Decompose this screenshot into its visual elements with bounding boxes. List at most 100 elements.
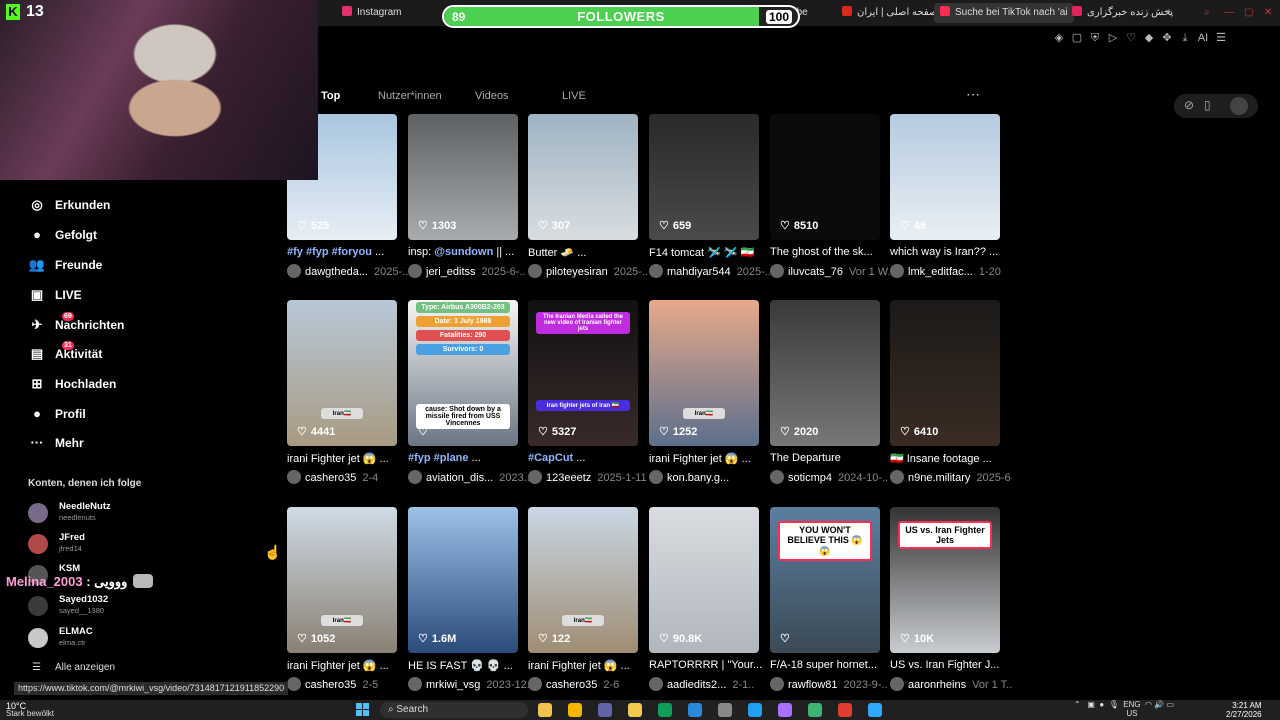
video-caption[interactable]: F14 tomcat 🛩️ 🛩️ 🇮🇷 (649, 246, 767, 259)
avatar[interactable] (287, 677, 301, 691)
square-icon[interactable]: ▢ (1068, 31, 1086, 44)
ai-icon[interactable]: AI (1194, 32, 1212, 44)
video-thumbnail[interactable]: ♡ 659 (649, 114, 759, 240)
taskbar-app-icon[interactable] (628, 703, 642, 717)
taskbar-app-icon[interactable] (808, 703, 822, 717)
video-thumbnail[interactable]: Iran🇮🇷 ♡ 4441 (287, 300, 397, 446)
download-icon[interactable]: ⤓ (1176, 32, 1194, 45)
tab-top[interactable]: Top (321, 90, 340, 102)
sidebar-item-live[interactable]: ▣ LIVE (28, 286, 82, 306)
maximize-icon[interactable]: ▢ (1238, 3, 1259, 23)
phone-icon[interactable]: ▯ (1204, 98, 1211, 112)
taskbar-search[interactable]: ⌕ Search (380, 702, 528, 718)
taskbar-app-icon[interactable] (688, 703, 702, 717)
video-caption[interactable]: F/A-18 super hornet... (770, 659, 888, 671)
avatar[interactable] (528, 264, 542, 278)
sidebar-item-nachrichten[interactable]: ✈ 69 Nachrichten (28, 312, 124, 336)
video-caption[interactable]: The Departure (770, 452, 888, 464)
wifi-icon[interactable]: ◠ (1145, 700, 1152, 709)
video-thumbnail[interactable]: Iran🇮🇷 ♡ 122 (528, 507, 638, 653)
video-author[interactable]: dawgtheda... (305, 266, 368, 278)
heart-icon[interactable]: ♡ (1122, 31, 1140, 44)
sidebar-item-profil[interactable]: ● Profil (28, 405, 86, 425)
video-author[interactable]: aviation_dis... (426, 472, 493, 484)
settings-icon[interactable]: ⊘ (1184, 98, 1194, 112)
avatar[interactable] (649, 677, 663, 691)
video-author[interactable]: rawflow81 (788, 679, 838, 691)
video-thumbnail[interactable]: ♡ 1.6M (408, 507, 518, 653)
video-caption[interactable]: The ghost of the sk... (770, 246, 888, 258)
video-caption[interactable]: #fyp #plane ... (408, 452, 526, 464)
avatar[interactable] (408, 470, 422, 484)
close-icon[interactable]: ✕ (1258, 3, 1278, 23)
video-author[interactable]: jeri_editss (426, 266, 476, 278)
video-author[interactable]: mahdiyar544 (667, 266, 731, 278)
video-caption[interactable]: irani Fighter jet 😱 ... (287, 659, 405, 672)
video-author[interactable]: lmk_editfac... (908, 266, 973, 278)
taskbar-app-icon[interactable] (868, 703, 882, 717)
play-icon[interactable]: ▷ (1104, 31, 1122, 44)
video-thumbnail[interactable]: ♡ 307 (528, 114, 638, 240)
plus-icon[interactable]: + (1160, 3, 1178, 23)
extension-icon[interactable]: ◆ (1140, 31, 1158, 44)
video-thumbnail[interactable]: The Iranian Media called the new video o… (528, 300, 638, 446)
caption-hashtag[interactable]: #fy #fyp #foryou (287, 246, 372, 258)
video-caption[interactable]: US vs. Iran Fighter J... (890, 659, 1008, 671)
video-caption[interactable]: irani Fighter jet 😱 ... (287, 452, 405, 465)
tab-iran[interactable]: صفحه اصلی | ایران (836, 3, 943, 23)
shield-icon[interactable]: ⛨ (1086, 32, 1104, 45)
weather-widget[interactable]: 10°C Stark bewölkt (6, 702, 54, 718)
video-author[interactable]: cashero35 (305, 679, 356, 691)
video-thumbnail[interactable]: ♡ 90.8K (649, 507, 759, 653)
video-caption[interactable]: HE IS FAST 💀 💀 ... (408, 659, 526, 672)
video-author[interactable]: mrkiwi_vsg (426, 679, 480, 691)
taskbar-app-icon[interactable] (538, 703, 552, 717)
volume-icon[interactable]: 🔊 (1154, 700, 1164, 709)
video-thumbnail[interactable]: ♡ 6410 (890, 300, 1000, 446)
avatar[interactable] (408, 264, 422, 278)
avatar[interactable] (890, 677, 904, 691)
menu-icon[interactable]: ☰ (1212, 31, 1230, 44)
video-author[interactable]: soticmp4 (788, 472, 832, 484)
show-all-button[interactable]: ☰ Alle anzeigen (32, 662, 115, 673)
bookmark-icon[interactable]: ◈ (1050, 31, 1068, 44)
sidebar-item-mehr[interactable]: ··· Mehr (28, 434, 84, 454)
video-author[interactable]: aaronrheins (908, 679, 966, 691)
video-caption[interactable]: which way is Iran?? ... (890, 246, 1008, 258)
avatar[interactable] (890, 264, 904, 278)
video-thumbnail[interactable]: ♡ 2020 (770, 300, 880, 446)
video-author[interactable]: iluvcats_76 (788, 266, 843, 278)
chevron-up-icon[interactable]: ⌃ (1074, 700, 1081, 709)
tab-live[interactable]: LIVE (562, 90, 586, 102)
video-thumbnail[interactable]: YOU WON'T BELIEVE THIS 😱😱 ♡ (770, 507, 880, 653)
clock[interactable]: 3:21 AM 2/27/2026 (1226, 701, 1262, 719)
video-thumbnail[interactable]: ♡ 46 (890, 114, 1000, 240)
avatar[interactable] (770, 264, 784, 278)
microphone-icon[interactable]: 🎙 (1109, 700, 1119, 709)
avatar[interactable] (770, 470, 784, 484)
taskbar-app-icon[interactable] (748, 703, 762, 717)
avatar[interactable] (649, 470, 663, 484)
tray-app-icon[interactable]: ▣ (1087, 700, 1095, 709)
tray-status-icon[interactable]: ● (1099, 700, 1104, 709)
tab-instagram[interactable]: Instagram (336, 3, 407, 23)
video-author[interactable]: piloteyesiran (546, 266, 608, 278)
search-icon[interactable]: ⌕ (1198, 3, 1216, 23)
video-caption[interactable]: 🇮🇷 Insane footage ... (890, 452, 1008, 465)
avatar[interactable] (890, 470, 904, 484)
avatar[interactable] (528, 677, 542, 691)
avatar[interactable] (528, 470, 542, 484)
video-author[interactable]: aadiedits2... (667, 679, 726, 691)
video-author[interactable]: 123eeetz (546, 472, 591, 484)
video-caption[interactable]: #fy #fyp #foryou ... (287, 246, 405, 258)
video-thumbnail[interactable]: Iran🇮🇷 ♡ 1252 (649, 300, 759, 446)
avatar[interactable] (408, 677, 422, 691)
taskbar-app-icon[interactable] (718, 703, 732, 717)
avatar[interactable] (287, 470, 301, 484)
video-author[interactable]: cashero35 (546, 679, 597, 691)
taskbar-app-icon[interactable] (838, 703, 852, 717)
tab-users[interactable]: Nutzer*innen (378, 90, 442, 102)
video-thumbnail[interactable]: US vs. Iran Fighter Jets ♡ 10K (890, 507, 1000, 653)
taskbar-app-icon[interactable] (568, 703, 582, 717)
minimize-icon[interactable]: — (1218, 3, 1240, 23)
